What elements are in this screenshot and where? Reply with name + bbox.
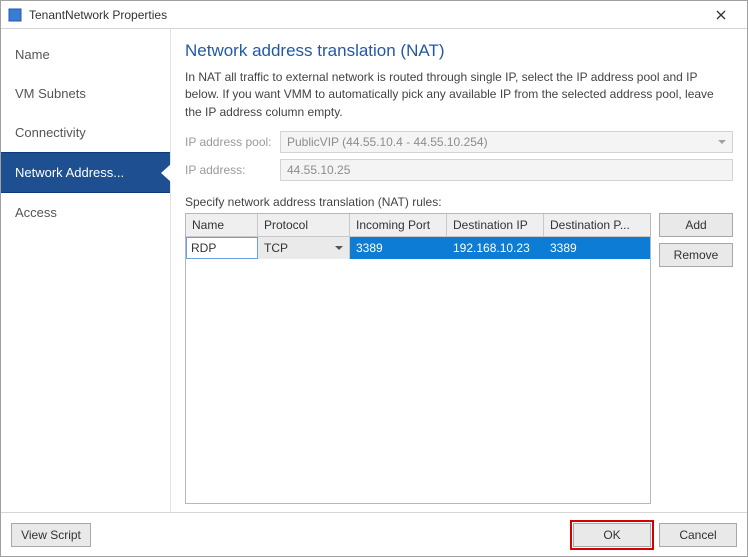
- ip-pool-select[interactable]: PublicVIP (44.55.10.4 - 44.55.10.254): [280, 131, 733, 153]
- chevron-down-icon: [718, 140, 726, 144]
- sidebar-item-vmsubnets[interactable]: VM Subnets: [1, 74, 170, 113]
- ip-address-row: IP address: 44.55.10.25: [185, 159, 733, 181]
- cell-destport[interactable]: 3389: [544, 237, 650, 259]
- sidebar-item-name[interactable]: Name: [1, 35, 170, 74]
- titlebar: TenantNetwork Properties: [1, 1, 747, 29]
- ip-pool-value: PublicVIP (44.55.10.4 - 44.55.10.254): [287, 135, 488, 149]
- cell-protocol[interactable]: TCP: [258, 237, 350, 259]
- cell-incoming[interactable]: 3389: [350, 237, 447, 259]
- cell-destip[interactable]: 192.168.10.23: [447, 237, 544, 259]
- rules-label: Specify network address translation (NAT…: [185, 195, 733, 209]
- column-header-name[interactable]: Name: [186, 214, 258, 236]
- close-button[interactable]: [701, 1, 741, 28]
- sidebar: Name VM Subnets Connectivity Network Add…: [1, 29, 171, 512]
- cell-name[interactable]: RDP: [186, 237, 258, 259]
- sidebar-item-label: Name: [15, 47, 50, 62]
- rules-buttons: Add Remove: [659, 213, 733, 504]
- dialog-footer: View Script OK Cancel: [1, 512, 747, 556]
- ip-pool-label: IP address pool:: [185, 135, 280, 149]
- rules-grid: Name Protocol Incoming Port Destination …: [185, 213, 651, 504]
- sidebar-item-label: Access: [15, 205, 57, 220]
- table-row[interactable]: RDP TCP 3389 192.168.10.23 3389: [186, 237, 650, 259]
- grid-header: Name Protocol Incoming Port Destination …: [186, 214, 650, 237]
- column-header-destip[interactable]: Destination IP: [447, 214, 544, 236]
- page-title: Network address translation (NAT): [185, 41, 733, 61]
- column-header-destport[interactable]: Destination P...: [544, 214, 650, 236]
- sidebar-item-network-address[interactable]: Network Address...: [1, 152, 170, 193]
- app-icon: [7, 7, 23, 23]
- dialog-body: Name VM Subnets Connectivity Network Add…: [1, 29, 747, 512]
- sidebar-item-access[interactable]: Access: [1, 193, 170, 232]
- window-title: TenantNetwork Properties: [29, 8, 701, 22]
- column-header-protocol[interactable]: Protocol: [258, 214, 350, 236]
- ip-address-input[interactable]: 44.55.10.25: [280, 159, 733, 181]
- ip-address-value: 44.55.10.25: [287, 163, 350, 177]
- column-header-incoming[interactable]: Incoming Port: [350, 214, 447, 236]
- rules-area: Name Protocol Incoming Port Destination …: [185, 213, 733, 504]
- main-panel: Network address translation (NAT) In NAT…: [171, 29, 747, 512]
- chevron-down-icon: [335, 246, 343, 250]
- ip-pool-row: IP address pool: PublicVIP (44.55.10.4 -…: [185, 131, 733, 153]
- dialog-window: TenantNetwork Properties Name VM Subnets…: [0, 0, 748, 557]
- remove-button[interactable]: Remove: [659, 243, 733, 267]
- grid-body: RDP TCP 3389 192.168.10.23 3389: [186, 237, 650, 503]
- sidebar-item-connectivity[interactable]: Connectivity: [1, 113, 170, 152]
- cancel-button[interactable]: Cancel: [659, 523, 737, 547]
- ip-address-label: IP address:: [185, 163, 280, 177]
- page-description: In NAT all traffic to external network i…: [185, 69, 733, 121]
- sidebar-item-label: VM Subnets: [15, 86, 86, 101]
- ok-button[interactable]: OK: [573, 523, 651, 547]
- cell-protocol-value: TCP: [264, 241, 288, 255]
- view-script-button[interactable]: View Script: [11, 523, 91, 547]
- sidebar-item-label: Connectivity: [15, 125, 86, 140]
- sidebar-item-label: Network Address...: [15, 165, 124, 180]
- add-button[interactable]: Add: [659, 213, 733, 237]
